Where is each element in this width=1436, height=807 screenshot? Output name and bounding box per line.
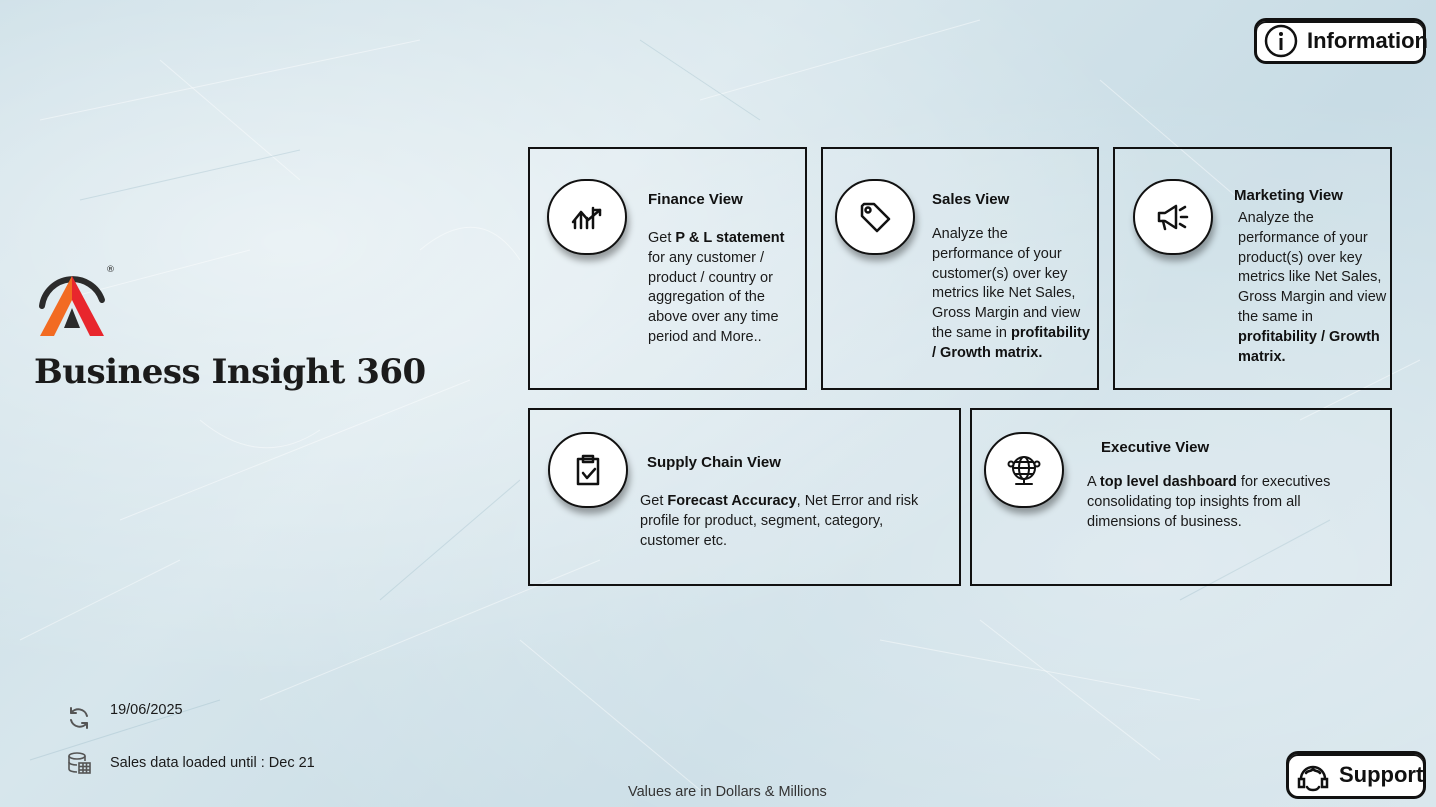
finance-view-card[interactable]: Finance View Get P & L statement for any… xyxy=(528,147,807,390)
support-button[interactable]: Support xyxy=(1286,751,1426,799)
registered-mark: ® xyxy=(106,265,114,275)
business-insight-logo: ® xyxy=(39,265,114,336)
refresh-date: 19/06/2025 xyxy=(110,702,183,718)
support-agent-icon xyxy=(1297,765,1329,792)
support-label: Support xyxy=(1339,762,1424,787)
finance-icon-button[interactable] xyxy=(547,179,627,255)
database-table-icon xyxy=(68,752,91,774)
supply-chain-view-description: Get Forecast Accuracy, Net Error and ris… xyxy=(640,493,919,549)
refresh-date-row: 19/06/2025 xyxy=(66,702,183,731)
supply-chain-icon-button[interactable] xyxy=(548,432,628,508)
globe-network-icon xyxy=(1007,456,1041,485)
refresh-icon xyxy=(70,707,88,729)
info-icon xyxy=(1264,24,1298,58)
executive-view-description: A top level dashboard for executives con… xyxy=(1087,474,1331,530)
finance-view-title: Finance View xyxy=(648,191,743,208)
values-unit-note: Values are in Dollars & Millions xyxy=(628,784,827,800)
background-texture xyxy=(19,19,1421,791)
marketing-view-title: Marketing View xyxy=(1234,187,1343,204)
megaphone-icon xyxy=(1157,204,1189,231)
app-title: Business Insight 360 xyxy=(34,352,426,392)
supply-chain-view-title: Supply Chain View xyxy=(647,454,781,471)
tag-icon xyxy=(860,202,891,233)
sales-icon-button[interactable] xyxy=(835,179,915,255)
clipboard-check-icon xyxy=(576,454,600,486)
sales-view-card[interactable]: Sales View Analyze the performance of yo… xyxy=(821,147,1099,390)
finance-view-description: Get P & L statement for any customer / p… xyxy=(648,230,785,345)
marketing-icon-button[interactable] xyxy=(1133,179,1213,255)
sales-view-title: Sales View xyxy=(932,191,1010,208)
supply-chain-view-card[interactable]: Supply Chain View Get Forecast Accuracy,… xyxy=(528,408,961,586)
marketing-view-description: Analyze the performance of your product(… xyxy=(1238,210,1387,365)
information-button[interactable]: Information xyxy=(1254,18,1428,64)
executive-view-title: Executive View xyxy=(1101,439,1210,456)
sales-view-description: Analyze the performance of your customer… xyxy=(932,226,1090,361)
finance-chart-icon xyxy=(571,206,602,230)
data-loaded-row: Sales data loaded until : Dec 21 xyxy=(66,750,315,776)
information-label: Information xyxy=(1307,28,1428,53)
data-loaded-text: Sales data loaded until : Dec 21 xyxy=(110,755,315,771)
marketing-view-card[interactable]: Marketing View Analyze the performance o… xyxy=(1113,147,1392,390)
executive-view-card[interactable]: Executive View A top level dashboard for… xyxy=(970,408,1392,586)
executive-icon-button[interactable] xyxy=(984,432,1064,508)
